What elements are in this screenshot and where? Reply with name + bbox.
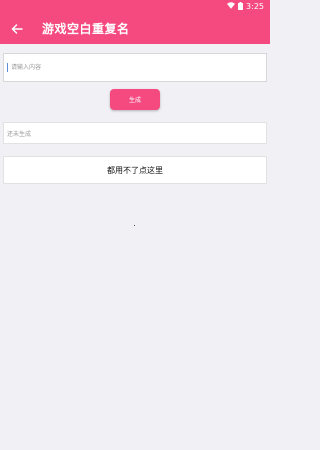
main-content: 生成 还未生成 都用不了点这里 [0,44,270,450]
status-icons: 3:25 [227,1,264,12]
wifi-icon [227,2,236,11]
status-time: 3:25 [246,2,264,11]
fallback-button[interactable]: 都用不了点这里 [3,156,267,184]
generate-button[interactable]: 生成 [110,89,160,110]
result-text: 还未生成 [7,130,32,138]
name-input[interactable] [8,63,266,72]
text-caret [7,63,8,72]
battery-icon [238,1,244,12]
decorative-dot [134,225,135,226]
fallback-button-label: 都用不了点这里 [107,165,163,175]
result-field[interactable]: 还未生成 [3,122,267,144]
name-input-container[interactable] [3,53,267,82]
page-title: 游戏空白重复名 [42,22,130,36]
app-bar: 游戏空白重复名 [0,13,270,44]
back-button[interactable] [8,20,26,38]
arrow-left-icon [11,23,23,34]
status-bar: 3:25 [0,0,270,13]
